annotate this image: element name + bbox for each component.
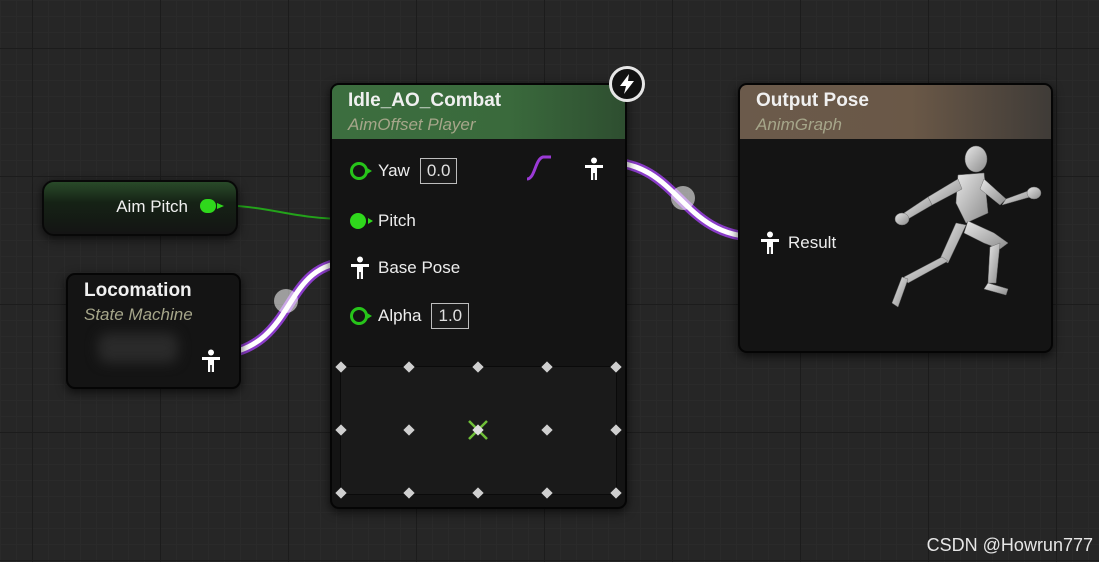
yaw-label: Yaw xyxy=(378,161,410,180)
current-sample-marker-icon xyxy=(468,420,488,440)
sample-point xyxy=(541,361,553,373)
aim-pitch-label: Aim Pitch xyxy=(116,197,188,216)
pose-pin-icon[interactable] xyxy=(201,349,221,378)
pitch-input-row: Pitch xyxy=(350,211,416,231)
sample-point xyxy=(403,424,415,436)
alpha-input-pin[interactable] xyxy=(350,307,372,325)
pose-pin-icon[interactable] xyxy=(584,157,604,186)
wire-midpoint[interactable] xyxy=(671,186,695,210)
wire-midpoint[interactable] xyxy=(274,289,298,313)
watermark: CSDN @Howrun777 xyxy=(926,535,1093,555)
sample-point xyxy=(335,361,347,373)
curve-icon xyxy=(525,155,553,186)
alpha-value-field[interactable]: 1.0 xyxy=(431,303,470,329)
sample-point xyxy=(472,487,484,499)
pose-pin-icon[interactable] xyxy=(760,231,780,255)
aim-pitch-variable-node[interactable]: Aim Pitch xyxy=(42,180,238,236)
state-machine-preview xyxy=(98,333,178,363)
pitch-input-pin[interactable] xyxy=(350,213,373,229)
node-header: Locomation State Machine xyxy=(68,275,239,329)
result-input-row: Result xyxy=(760,231,836,255)
locomotion-state-machine-node[interactable]: Locomation State Machine xyxy=(66,273,241,389)
node-header: Output Pose AnimGraph xyxy=(740,85,1051,139)
node-title: Locomation xyxy=(84,280,192,301)
sample-point xyxy=(610,487,622,499)
sample-point xyxy=(541,424,553,436)
node-subtitle: AimOffset Player xyxy=(348,115,476,134)
sample-point xyxy=(610,361,622,373)
sample-point xyxy=(403,361,415,373)
yaw-input-row: Yaw 0.0 xyxy=(350,158,458,184)
sample-point xyxy=(335,487,347,499)
yaw-input-pin[interactable] xyxy=(350,162,372,180)
node-subtitle: State Machine xyxy=(84,305,193,324)
base-pose-label: Base Pose xyxy=(378,258,461,277)
lightning-bolt-icon xyxy=(609,66,645,102)
node-subtitle: AnimGraph xyxy=(756,115,842,134)
node-header: Idle_AO_Combat AimOffset Player xyxy=(332,85,625,139)
sample-point xyxy=(335,424,347,436)
node-title: Idle_AO_Combat xyxy=(348,90,502,111)
yaw-value-field[interactable]: 0.0 xyxy=(419,158,458,184)
base-pose-input-row: Base Pose xyxy=(350,256,460,280)
blendspace-preview-grid xyxy=(335,361,622,499)
output-pose-node[interactable]: Output Pose AnimGraph Result xyxy=(738,83,1053,353)
sample-point xyxy=(541,487,553,499)
node-title: Output Pose xyxy=(756,90,869,111)
aim-pitch-output-pin[interactable] xyxy=(200,199,224,213)
aim-offset-player-node[interactable]: Idle_AO_Combat AimOffset Player Yaw 0.0 … xyxy=(330,83,627,509)
sample-point xyxy=(403,487,415,499)
sample-point xyxy=(610,424,622,436)
alpha-input-row: Alpha 1.0 xyxy=(350,303,470,329)
pose-pin-icon[interactable] xyxy=(350,256,370,280)
sample-point xyxy=(472,361,484,373)
result-label: Result xyxy=(788,233,837,252)
pitch-label: Pitch xyxy=(378,211,416,230)
alpha-label: Alpha xyxy=(378,306,422,325)
mannequin-icon xyxy=(891,145,1042,308)
